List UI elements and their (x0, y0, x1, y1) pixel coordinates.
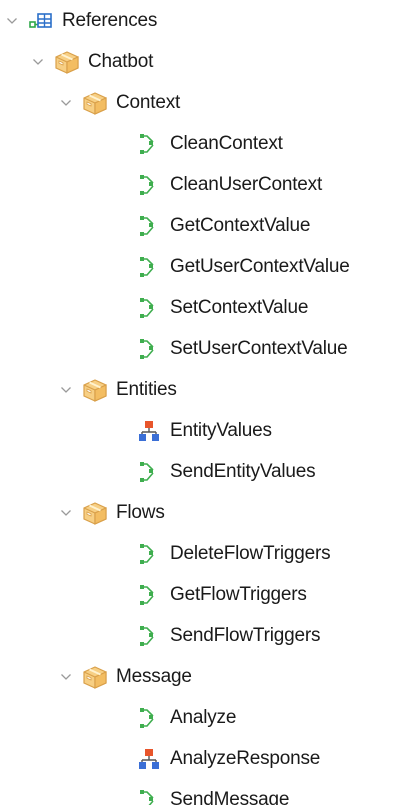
tree-node-label: EntityValues (170, 420, 272, 441)
tree-node-label: SetUserContextValue (170, 338, 348, 359)
tree-node-label: Message (116, 666, 192, 687)
tree-node-analyze-response[interactable]: AnalyzeResponse (136, 739, 320, 779)
tree-node-label: SendMessage (170, 789, 290, 805)
tree-node-get-flow-triggers[interactable]: GetFlowTriggers (136, 575, 307, 615)
tree-node-send-message[interactable]: SendMessage (136, 780, 289, 805)
tree-node-label: References (62, 10, 158, 31)
procedure-icon (136, 254, 162, 280)
procedure-icon (136, 295, 162, 321)
sdt-icon (136, 746, 162, 772)
tree-node-set-user-context-value[interactable]: SetUserContextValue (136, 329, 348, 369)
tree-node-analyze[interactable]: Analyze (136, 698, 236, 738)
chevron-down-icon[interactable] (56, 503, 76, 523)
tree-node-entity-values[interactable]: EntityValues (136, 411, 272, 451)
references-icon (28, 8, 54, 34)
procedure-icon (136, 172, 162, 198)
tree-node-label: SendEntityValues (170, 461, 316, 482)
tree-node-get-context-value[interactable]: GetContextValue (136, 206, 310, 246)
procedure-icon (136, 787, 162, 805)
tree-node-label: AnalyzeResponse (170, 748, 321, 769)
tree-node-send-flow-triggers[interactable]: SendFlowTriggers (136, 616, 320, 656)
chevron-down-icon[interactable] (28, 52, 48, 72)
tree-node-label: Entities (116, 379, 177, 400)
tree-node-references[interactable]: References (2, 1, 157, 41)
procedure-icon (136, 213, 162, 239)
package-icon (82, 500, 108, 526)
tree-node-folder-flows[interactable]: Flows (56, 493, 165, 533)
tree-node-send-entity-values[interactable]: SendEntityValues (136, 452, 316, 492)
tree-node-clean-user-context[interactable]: CleanUserContext (136, 165, 322, 205)
procedure-icon (136, 623, 162, 649)
tree-node-clean-context[interactable]: CleanContext (136, 124, 283, 164)
tree-node-label: Chatbot (88, 51, 154, 72)
tree-node-folder-message[interactable]: Message (56, 657, 192, 697)
tree-node-folder-entities[interactable]: Entities (56, 370, 177, 410)
chevron-down-icon[interactable] (56, 667, 76, 687)
tree-node-label: Analyze (170, 707, 237, 728)
sdt-icon (136, 418, 162, 444)
tree-node-label: SendFlowTriggers (170, 625, 321, 646)
tree-node-label: DeleteFlowTriggers (170, 543, 331, 564)
package-icon (82, 90, 108, 116)
procedure-icon (136, 541, 162, 567)
package-icon (82, 377, 108, 403)
tree-node-label: SetContextValue (170, 297, 309, 318)
tree-node-label: Context (116, 92, 181, 113)
tree-node-delete-flow-triggers[interactable]: DeleteFlowTriggers (136, 534, 331, 574)
procedure-icon (136, 336, 162, 362)
chevron-down-icon[interactable] (56, 380, 76, 400)
tree-node-set-context-value[interactable]: SetContextValue (136, 288, 308, 328)
package-icon (54, 49, 80, 75)
tree-node-label: CleanContext (170, 133, 283, 154)
tree-node-folder-context[interactable]: Context (56, 83, 180, 123)
tree-node-label: GetUserContextValue (170, 256, 350, 277)
package-icon (82, 664, 108, 690)
tree-node-label: GetContextValue (170, 215, 311, 236)
references-tree: References Chatbot Context CleanContext Clea… (0, 0, 402, 805)
tree-node-get-user-context-value[interactable]: GetUserContextValue (136, 247, 350, 287)
tree-node-label: GetFlowTriggers (170, 584, 307, 605)
chevron-down-icon[interactable] (2, 11, 22, 31)
tree-node-label: Flows (116, 502, 165, 523)
procedure-icon (136, 131, 162, 157)
chevron-down-icon[interactable] (56, 93, 76, 113)
tree-node-chatbot[interactable]: Chatbot (28, 42, 153, 82)
procedure-icon (136, 582, 162, 608)
procedure-icon (136, 459, 162, 485)
procedure-icon (136, 705, 162, 731)
tree-node-label: CleanUserContext (170, 174, 323, 195)
